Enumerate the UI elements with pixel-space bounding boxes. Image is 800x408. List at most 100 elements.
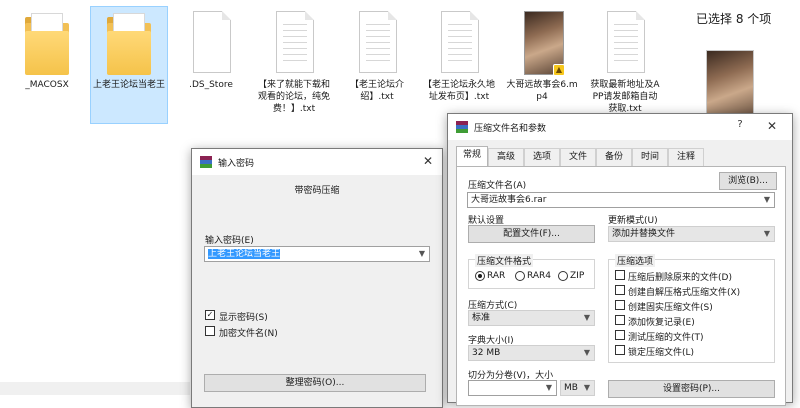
file-name: 大哥远故事会6.mp4 (506, 80, 578, 102)
archive-name-value: 大哥远故事会6.rar (471, 195, 547, 205)
file-name: .DS_Store (189, 80, 233, 90)
update-mode-value: 添加并替换文件 (612, 229, 676, 239)
close-icon[interactable]: ✕ (420, 154, 436, 168)
option-checkbox[interactable] (615, 270, 625, 280)
file-name: 【老王论坛介绍】.txt (349, 80, 404, 102)
set-password-button[interactable]: 设置密码(P)... (608, 380, 775, 398)
folder-icon (107, 11, 153, 75)
dialog-title: 输入密码 (218, 159, 255, 169)
tab-comment[interactable]: 注释 (668, 148, 704, 166)
dictionary-select[interactable]: 32 MB ▼ (468, 345, 595, 361)
options-group-title: 压缩选项 (615, 254, 656, 267)
media-player-icon: ▲ (553, 64, 565, 76)
show-password-label: 显示密码(S) (219, 313, 268, 323)
options-group: 压缩选项 压缩后删除原来的文件(D) 创建自解压格式压缩文件(X) 创建固实压缩… (608, 254, 775, 363)
profiles-button[interactable]: 配置文件(F)... (468, 225, 595, 243)
chevron-down-icon[interactable]: ▼ (584, 346, 590, 360)
option-label: 压缩后删除原来的文件(D) (628, 273, 732, 283)
option-label: 创建自解压格式压缩文件(X) (628, 288, 741, 298)
file-item-txt[interactable]: 获取最新地址及APP请发邮箱自动获取.txt (586, 6, 664, 124)
folder-icon (25, 11, 71, 75)
status-bar (0, 382, 190, 395)
video-thumbnail-icon: ▲ (520, 11, 566, 76)
format-zip-label: ZIP (570, 271, 585, 281)
tab-advanced[interactable]: 高级 (488, 148, 524, 166)
archive-dialog-titlebar: 压缩文件名和参数 ? ✕ (448, 114, 792, 140)
option-checkbox[interactable] (615, 300, 625, 310)
text-document-icon (355, 11, 401, 75)
text-document-icon (437, 11, 483, 75)
tab-backup[interactable]: 备份 (596, 148, 632, 166)
blank-document-icon (189, 11, 235, 75)
file-name: 获取最新地址及APP请发邮箱自动获取.txt (590, 80, 660, 114)
chevron-down-icon[interactable]: ▼ (419, 247, 425, 261)
encrypt-filenames-label: 加密文件名(N) (219, 329, 278, 339)
close-icon[interactable]: ✕ (764, 119, 780, 133)
winrar-icon (200, 156, 212, 168)
chevron-down-icon[interactable]: ▼ (584, 311, 590, 325)
method-value: 标准 (472, 313, 491, 323)
format-rar-radio[interactable] (475, 271, 485, 281)
file-item-selected-folder[interactable]: 上老王论坛当老王 (90, 6, 168, 124)
file-name: 上老王论坛当老王 (93, 80, 166, 90)
password-value: 上老王论坛当老王 (208, 249, 281, 259)
file-item-ds-store[interactable]: .DS_Store (172, 6, 250, 124)
file-item-macosx-folder[interactable]: _MACOSX (8, 6, 86, 124)
text-document-icon (272, 11, 318, 75)
option-label: 锁定压缩文件(L) (628, 348, 695, 358)
option-checkbox[interactable] (615, 330, 625, 340)
split-unit-value: MB (564, 383, 578, 393)
format-group: 压缩文件格式 RAR RAR4 ZIP (468, 254, 595, 289)
option-label: 添加恢复记录(E) (628, 318, 695, 328)
dialog-title: 压缩文件名和参数 (474, 124, 547, 134)
file-item-txt[interactable]: 【老王论坛介绍】.txt (338, 6, 416, 124)
file-name: 【老王论坛永久地址发布页】.txt (423, 80, 496, 102)
winrar-icon (456, 121, 468, 133)
tab-general[interactable]: 常规 (456, 146, 488, 167)
file-item-video[interactable]: ▲ 大哥远故事会6.mp4 (503, 6, 581, 124)
archive-name-label: 压缩文件名(A) (468, 181, 527, 191)
show-password-checkbox[interactable]: ✓ (205, 310, 215, 320)
split-size-input[interactable]: ▼ (468, 380, 557, 396)
option-label: 创建固实压缩文件(S) (628, 303, 713, 313)
method-select[interactable]: 标准 ▼ (468, 310, 595, 326)
general-tab-panel: 压缩文件名(A) 浏览(B)... 大哥远故事会6.rar ▼ 默认设置 配置文… (456, 166, 786, 406)
chevron-down-icon[interactable]: ▼ (584, 381, 590, 395)
split-unit-select[interactable]: MB ▼ (560, 380, 595, 396)
password-input[interactable]: 上老王论坛当老王 ▼ (204, 246, 430, 262)
preview-thumbnail (706, 50, 754, 122)
file-item-txt[interactable]: 【来了就能下载和观看的论坛，纯免费！】.txt (255, 6, 333, 124)
help-button[interactable]: ? (732, 119, 748, 130)
chevron-down-icon[interactable]: ▼ (546, 381, 552, 395)
format-group-title: 压缩文件格式 (475, 254, 534, 267)
update-mode-label: 更新模式(U) (608, 216, 658, 226)
format-rar4-radio[interactable] (515, 271, 525, 281)
option-checkbox[interactable] (615, 285, 625, 295)
tab-files[interactable]: 文件 (560, 148, 596, 166)
encrypt-filenames-checkbox[interactable] (205, 326, 215, 336)
archive-name-input[interactable]: 大哥远故事会6.rar ▼ (467, 192, 775, 208)
browse-button[interactable]: 浏览(B)... (719, 172, 777, 190)
dictionary-value: 32 MB (472, 348, 501, 358)
archive-dialog: 压缩文件名和参数 ? ✕ 常规 高级 选项 文件 备份 时间 注释 压缩文件名(… (447, 113, 793, 406)
dialog-heading: 带密码压缩 (294, 186, 340, 196)
option-checkbox[interactable] (615, 315, 625, 325)
chevron-down-icon[interactable]: ▼ (764, 193, 770, 207)
password-label: 输入密码(E) (205, 236, 254, 246)
format-rar-label: RAR (487, 271, 506, 281)
text-document-icon (603, 11, 649, 75)
tab-options[interactable]: 选项 (524, 148, 560, 166)
organize-passwords-button[interactable]: 整理密码(O)... (204, 374, 426, 392)
option-label: 测试压缩的文件(T) (628, 333, 704, 343)
format-rar4-label: RAR4 (527, 271, 552, 281)
option-checkbox[interactable] (615, 345, 625, 355)
password-dialog: 输入密码 ✕ 带密码压缩 输入密码(E) 上老王论坛当老王 ▼ ✓ 显示密码(S… (191, 148, 443, 408)
password-dialog-titlebar: 输入密码 ✕ (192, 149, 442, 175)
file-name: _MACOSX (25, 80, 69, 90)
file-item-txt[interactable]: 【老王论坛永久地址发布页】.txt (420, 6, 498, 124)
selection-status: 已选择 8 个项 (696, 12, 772, 26)
format-zip-radio[interactable] (558, 271, 568, 281)
chevron-down-icon[interactable]: ▼ (764, 227, 770, 241)
update-mode-select[interactable]: 添加并替换文件 ▼ (608, 226, 775, 242)
tab-time[interactable]: 时间 (632, 148, 668, 166)
